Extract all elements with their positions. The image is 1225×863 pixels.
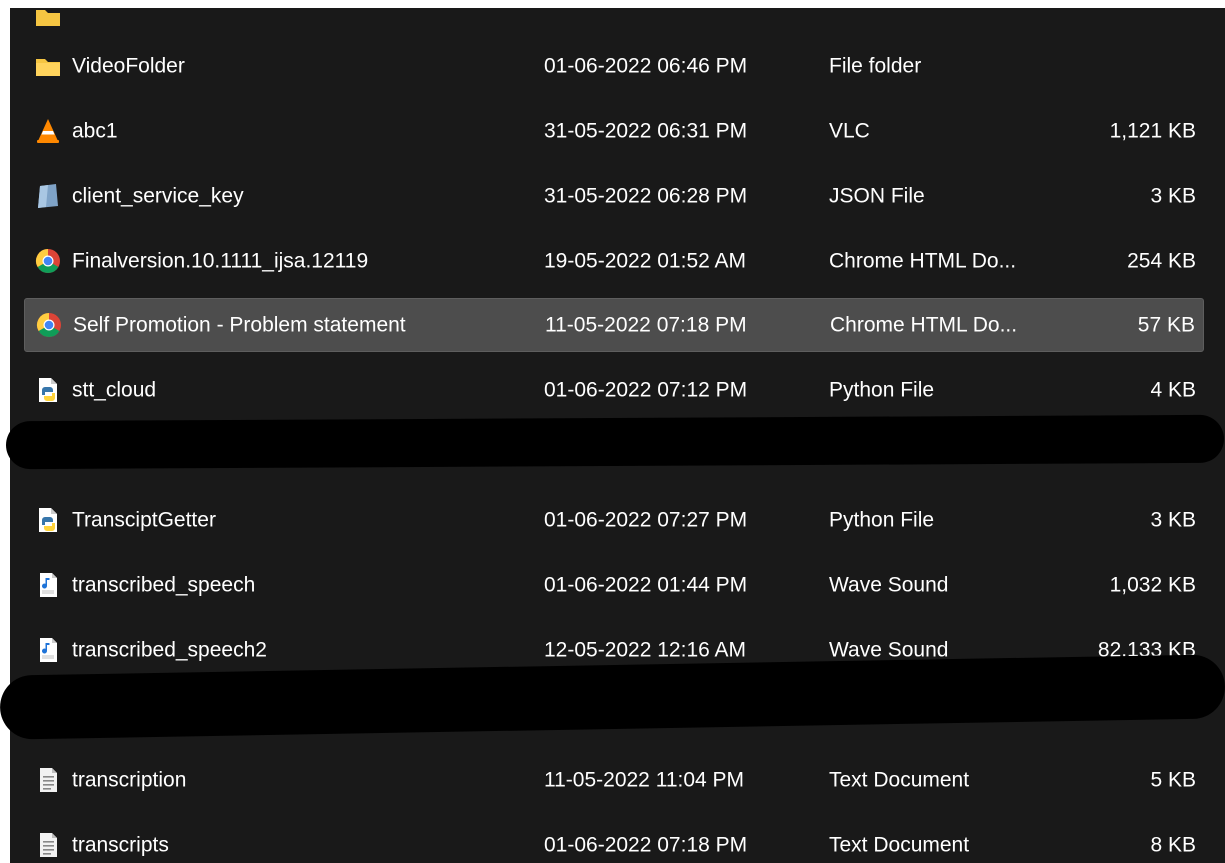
file-size: 1,121 KB xyxy=(1109,119,1196,143)
text-document-icon xyxy=(34,766,62,794)
file-date-modified: 12-05-2022 12:16 AM xyxy=(544,638,746,662)
file-explorer-window: VideoFolder 01-06-2022 06:46 PM File folde… xyxy=(0,0,1225,863)
file-size: 3 KB xyxy=(1150,508,1196,532)
file-type: Chrome HTML Do... xyxy=(829,249,1017,273)
file-row[interactable]: stt_cloud 01-06-2022 07:12 PM Python File 4… xyxy=(24,363,1204,417)
file-row[interactable]: Finalversion.10.1111_ijsa.12119 19-05-202… xyxy=(24,234,1204,288)
file-size: 1,032 KB xyxy=(1109,573,1196,597)
file-row[interactable]: TransciptGetter 01-06-2022 07:27 PM Python… xyxy=(24,493,1204,547)
file-date-modified: 01-06-2022 07:27 PM xyxy=(544,508,748,532)
file-name: TransciptGetter xyxy=(72,508,216,532)
file-size: 8 KB xyxy=(1150,833,1196,857)
file-row[interactable]: transcripts 01-06-2022 07:18 PM Text Docum… xyxy=(24,818,1204,863)
folder-icon xyxy=(34,8,62,30)
redaction-mark xyxy=(5,414,1225,470)
file-name: client_service_key xyxy=(72,184,244,208)
wave-sound-icon xyxy=(34,636,62,664)
file-date-modified: 01-06-2022 06:46 PM xyxy=(544,54,748,78)
file-date-modified: 19-05-2022 01:52 AM xyxy=(544,249,746,273)
file-size: 3 KB xyxy=(1150,184,1196,208)
file-name: Self Promotion - Problem statement xyxy=(73,313,406,337)
file-row[interactable]: client_service_key 31-05-2022 06:28 PM JSO… xyxy=(24,169,1204,223)
file-size: 254 KB xyxy=(1127,249,1196,273)
file-name: Finalversion.10.1111_ijsa.12119 xyxy=(72,249,369,273)
file-name: abc1 xyxy=(72,119,118,143)
file-type: VLC xyxy=(829,119,870,143)
python-file-icon xyxy=(34,376,62,404)
file-row[interactable]: abc1 31-05-2022 06:31 PM VLC 1,121 KB xyxy=(24,104,1204,158)
python-file-icon xyxy=(34,506,62,534)
file-date-modified: 11-05-2022 07:18 PM xyxy=(545,313,747,337)
file-type: Python File xyxy=(829,508,935,532)
file-row[interactable]: Self Promotion - Problem statement 11-05-… xyxy=(24,298,1204,352)
file-type: Python File xyxy=(829,378,935,402)
file-type: JSON File xyxy=(829,184,925,208)
file-name: stt_cloud xyxy=(72,378,157,402)
file-name: transcription xyxy=(72,768,187,792)
file-type: Wave Sound xyxy=(829,573,949,597)
file-type: Wave Sound xyxy=(829,638,949,662)
file-type: File folder xyxy=(829,54,922,78)
file-size: 57 KB xyxy=(1137,313,1195,337)
text-document-icon xyxy=(34,831,62,859)
file-date-modified: 01-06-2022 01:44 PM xyxy=(544,573,748,597)
chrome-icon xyxy=(34,247,62,275)
file-row[interactable]: VideoFolder 01-06-2022 06:46 PM File folde… xyxy=(24,39,1204,93)
file-row-partial[interactable] xyxy=(24,8,1204,38)
file-name: transcribed_speech2 xyxy=(72,638,267,662)
file-name: VideoFolder xyxy=(72,54,185,78)
file-date-modified: 11-05-2022 11:04 PM xyxy=(544,768,745,792)
file-type: Text Document xyxy=(829,833,970,857)
file-date-modified: 31-05-2022 06:28 PM xyxy=(544,184,748,208)
vlc-icon xyxy=(34,117,62,145)
file-name: transcripts xyxy=(72,833,169,857)
folder-icon xyxy=(34,52,62,80)
file-size: 5 KB xyxy=(1150,768,1196,792)
chrome-icon xyxy=(35,311,63,339)
file-size: 4 KB xyxy=(1150,378,1196,402)
file-name: transcribed_speech xyxy=(72,573,256,597)
file-row[interactable]: transcribed_speech 01-06-2022 01:44 PM Wav… xyxy=(24,558,1204,612)
json-file-icon xyxy=(34,182,62,210)
wave-sound-icon xyxy=(34,571,62,599)
file-type: Chrome HTML Do... xyxy=(830,313,1018,337)
file-date-modified: 01-06-2022 07:12 PM xyxy=(544,378,748,402)
file-date-modified: 01-06-2022 07:18 PM xyxy=(544,833,748,857)
file-date-modified: 31-05-2022 06:31 PM xyxy=(544,119,748,143)
file-type: Text Document xyxy=(829,768,970,792)
file-row[interactable]: transcription 11-05-2022 11:04 PM Text Doc… xyxy=(24,753,1204,807)
